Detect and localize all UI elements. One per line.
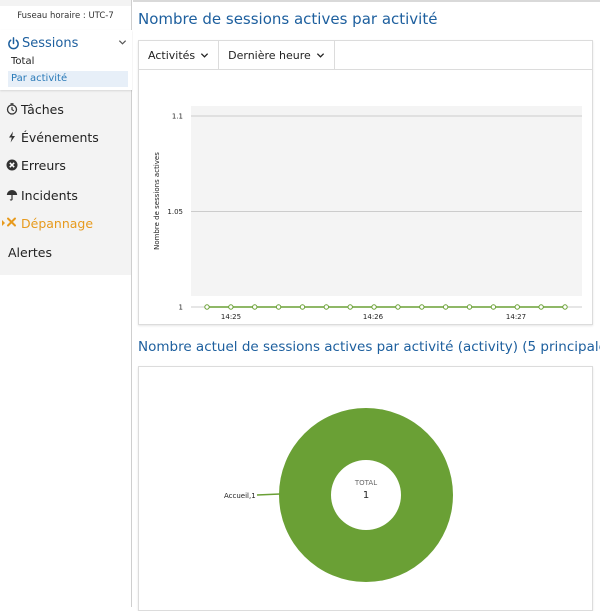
filter-bar: Activités Dernière heure (139, 41, 592, 70)
sidebar-item-evenements[interactable]: Événements (6, 126, 130, 148)
donut-chart-panel: TOTAL 1 Accueil,1 (138, 366, 593, 611)
timezone-label: Fuseau horaire : UTC-7 (0, 6, 131, 31)
lightning-icon (9, 131, 15, 143)
sessions-menu[interactable]: Sessions (7, 33, 131, 53)
wrench-icon (2, 217, 16, 227)
y-tick-label: 1 (179, 304, 183, 312)
line-chart-panel: Activités Dernière heure 1.1 1.05 1 14:25 1… (138, 40, 593, 325)
sidebar-item-label: Incidents (21, 187, 78, 203)
sidebar-item-label: Dépannage (21, 215, 94, 231)
umbrella-icon (6, 190, 18, 201)
sidebar-item-label: Erreurs (21, 157, 66, 173)
data-point[interactable] (514, 304, 520, 310)
data-point[interactable] (323, 304, 330, 310)
sidebar-item-alertes[interactable]: Alertes (8, 241, 132, 263)
data-point[interactable] (299, 304, 306, 310)
top-divider (133, 0, 600, 2)
line-chart: 1.1 1.05 1 14:25 14:26 14:27 Nombre de sessi… (153, 106, 582, 321)
chevron-down-icon (118, 40, 127, 45)
plot-area (191, 106, 582, 296)
slice-label-leader (256, 493, 281, 496)
data-point[interactable] (371, 304, 377, 310)
data-point[interactable] (204, 304, 210, 310)
y-axis-label: Nombre de sessions actives (153, 152, 161, 250)
data-point[interactable] (442, 304, 449, 310)
x-tick-label: 14:27 (506, 313, 526, 321)
slice-label: Accueil,1 (224, 492, 256, 500)
data-point[interactable] (252, 304, 258, 310)
period-filter-dropdown[interactable]: Dernière heure (219, 41, 335, 69)
sidebar-item-label: Tâches (21, 101, 64, 117)
data-point[interactable] (490, 304, 497, 310)
donut-chart: TOTAL 1 Accueil,1 (224, 408, 453, 582)
y-tick-label: 1.1 (172, 113, 183, 121)
x-tick-label: 14:25 (221, 313, 241, 321)
donut-center-label: TOTAL (354, 479, 377, 487)
sessions-item-total[interactable]: Total (8, 54, 128, 70)
sessions-label: Sessions (22, 35, 79, 51)
data-point[interactable] (395, 304, 401, 310)
data-point[interactable] (419, 304, 425, 310)
sidebar: Fuseau horaire : UTC-7 Sessions Total Pa… (0, 0, 132, 607)
data-point[interactable] (562, 304, 568, 310)
error-icon (6, 159, 18, 171)
data-point[interactable] (275, 304, 282, 310)
sidebar-item-taches[interactable]: Tâches (6, 98, 130, 120)
main-content: Nombre de sessions actives par activité … (133, 0, 600, 611)
chevron-down-icon (316, 52, 324, 58)
sidebar-item-depannage[interactable]: Dépannage (0, 212, 124, 234)
data-point[interactable] (228, 304, 234, 310)
activities-filter-dropdown[interactable]: Activités (139, 41, 220, 69)
sidebar-item-label: Événements (21, 129, 99, 145)
sidebar-item-erreurs[interactable]: Erreurs (6, 154, 130, 176)
data-point[interactable] (538, 304, 544, 310)
y-tick-label: 1.05 (167, 208, 183, 216)
clock-icon (6, 103, 18, 115)
donut-center-value: 1 (363, 490, 369, 501)
sidebar-item-incidents[interactable]: Incidents (6, 184, 130, 206)
sidebar-empty-area (0, 275, 131, 607)
period-filter-label: Dernière heure (228, 48, 311, 62)
sidebar-item-label: Alertes (8, 244, 52, 260)
sessions-item-par-activite[interactable]: Par activité (8, 71, 128, 87)
chevron-down-icon (201, 52, 209, 58)
page-title: Nombre de sessions actives par activité (138, 10, 438, 28)
sessions-group: Sessions Total Par activité (0, 30, 132, 90)
x-tick-label: 14:26 (363, 313, 384, 321)
data-point[interactable] (466, 304, 473, 310)
power-icon (8, 36, 19, 49)
section-subtitle: Nombre actuel de sessions actives par ac… (138, 339, 600, 355)
activities-filter-label: Activités (148, 48, 196, 62)
data-point[interactable] (347, 304, 353, 310)
